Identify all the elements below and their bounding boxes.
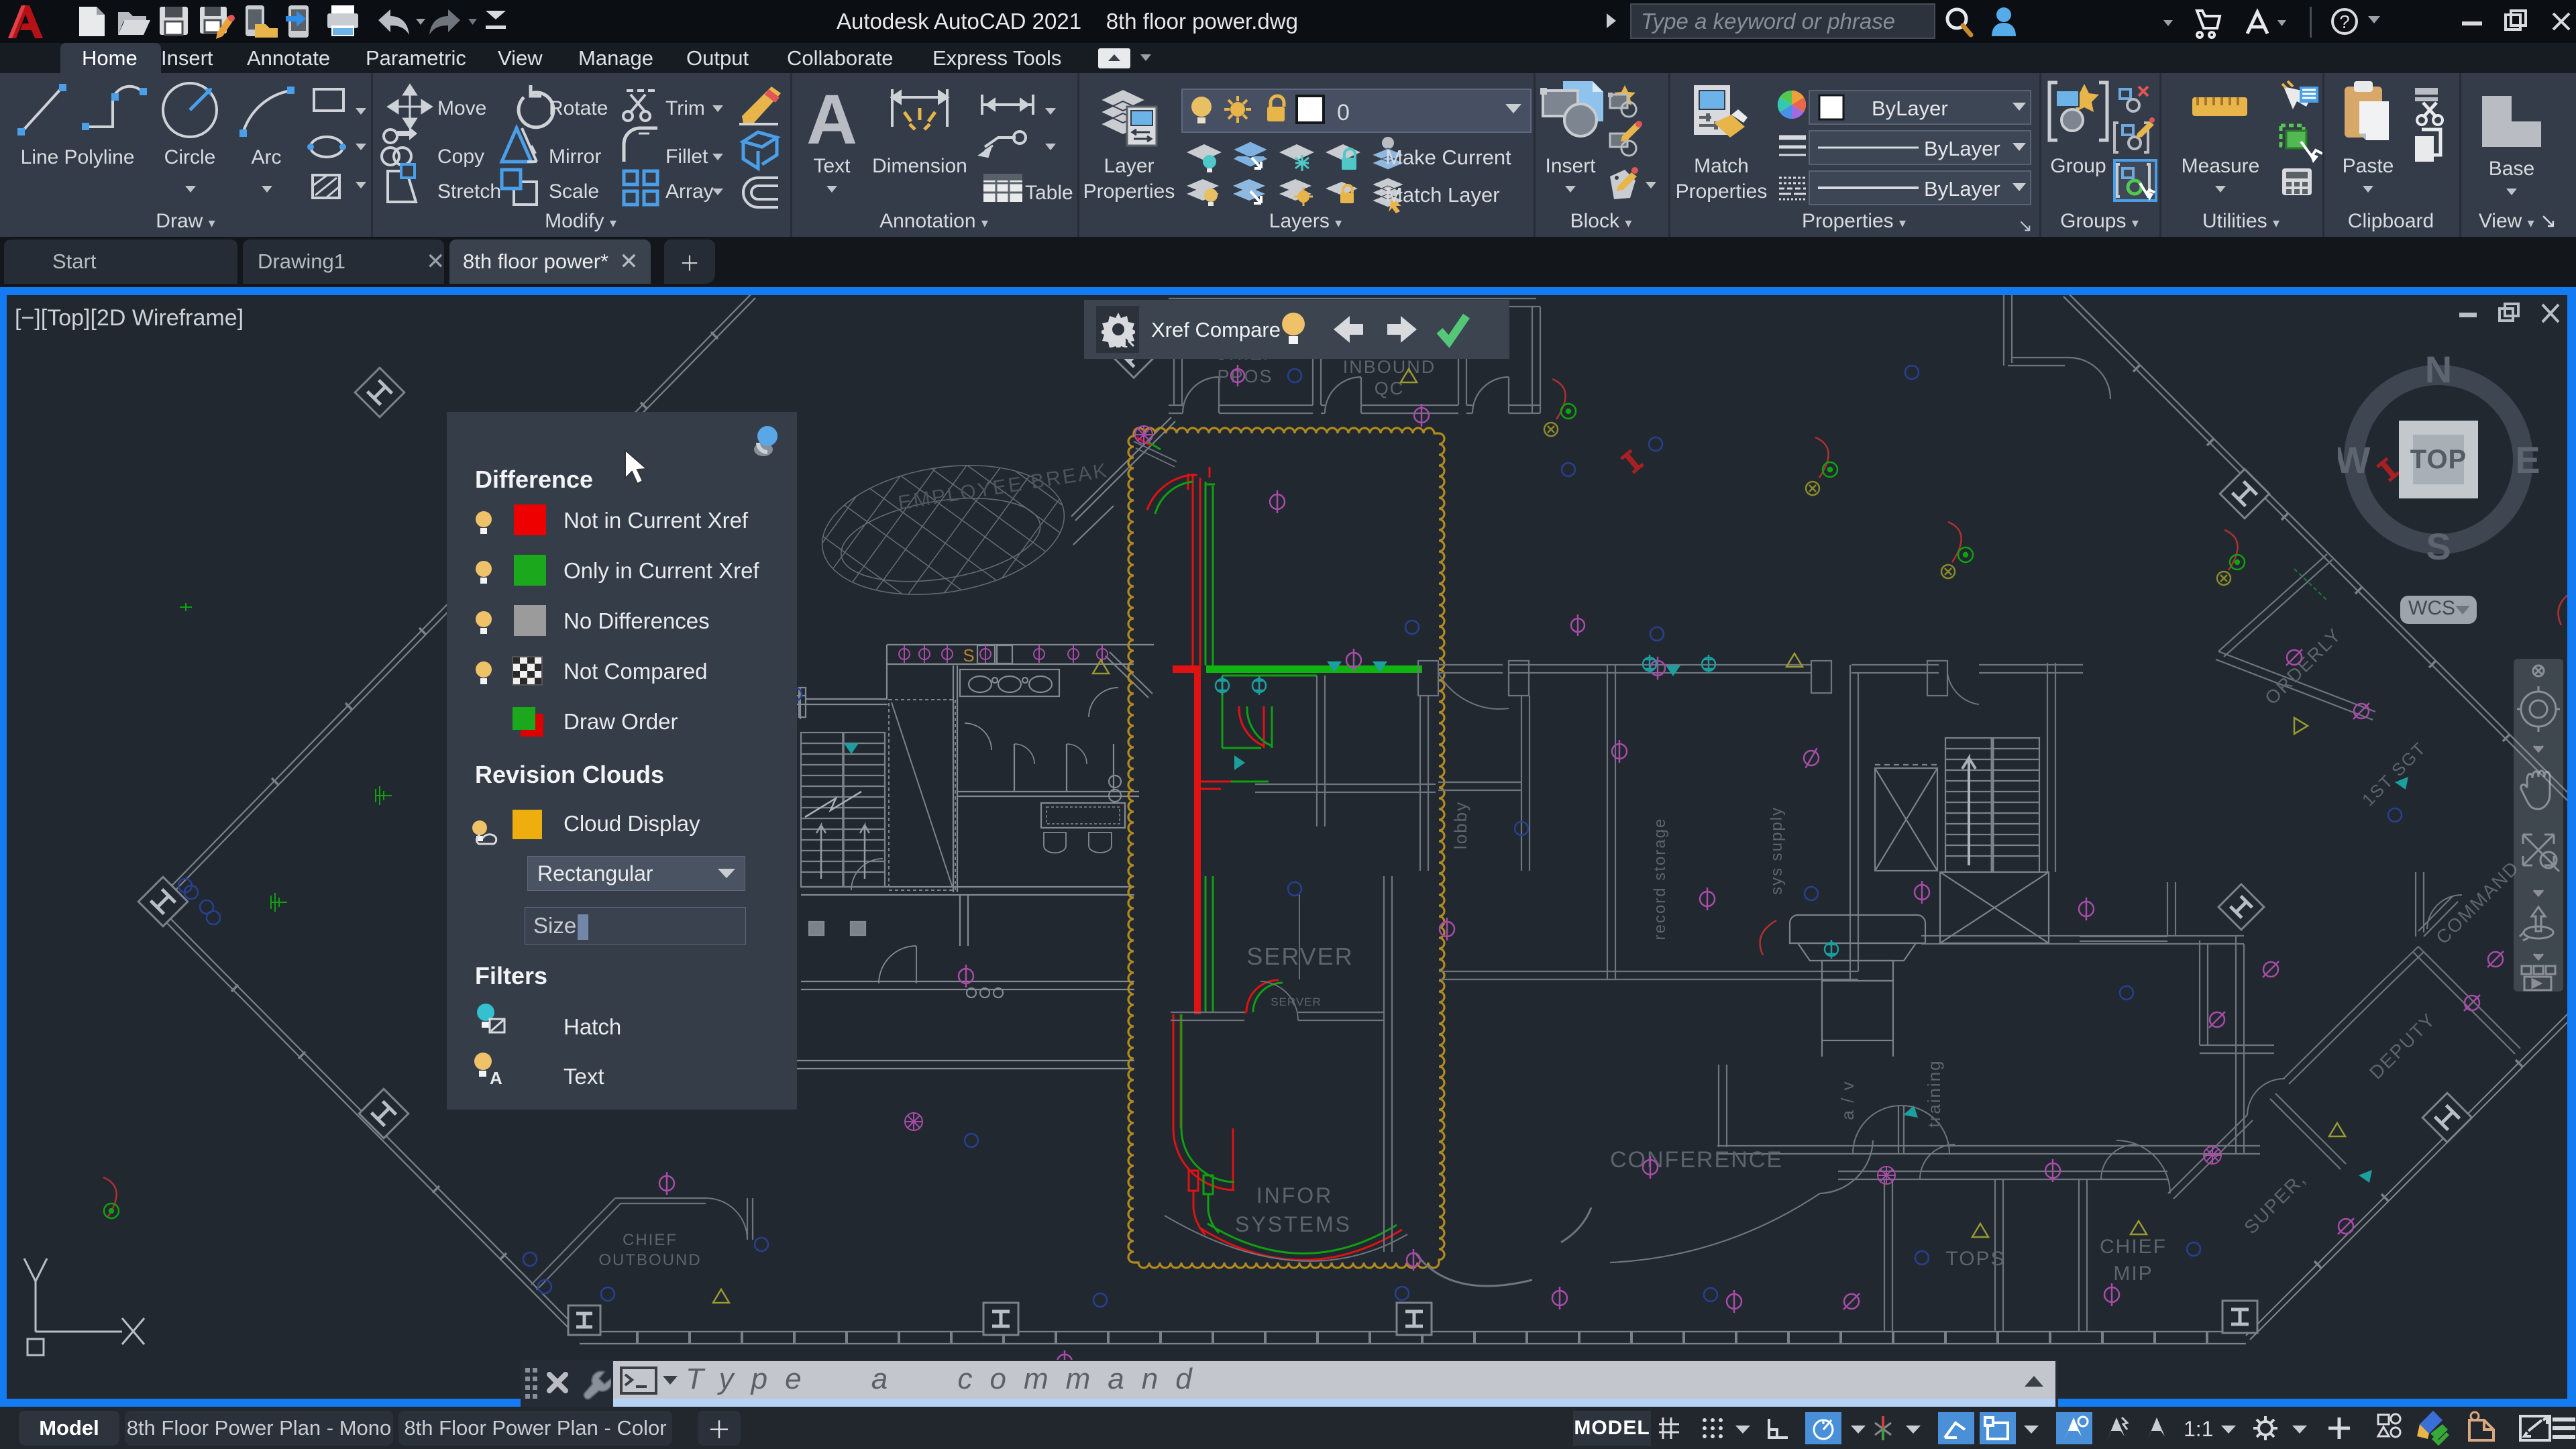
svg-text:1:1: 1:1	[2184, 1417, 2213, 1441]
svg-text:CHIEF: CHIEF	[623, 1231, 678, 1249]
svg-text:Circle: Circle	[164, 146, 216, 168]
svg-text:EMPLOYEE BREAK: EMPLOYEE BREAK	[896, 460, 1110, 515]
svg-text:0: 0	[1337, 100, 1350, 125]
svg-text:Array: Array	[665, 180, 714, 203]
svg-text:CONFERENCE: CONFERENCE	[1610, 1147, 1783, 1173]
svg-text:SUPER,: SUPER,	[2240, 1168, 2310, 1238]
svg-text:Match Layer: Match Layer	[1385, 183, 1500, 207]
svg-text:Layer: Layer	[1104, 155, 1154, 177]
svg-text:Group: Group	[2050, 155, 2106, 177]
svg-text:?: ?	[2339, 11, 2350, 32]
svg-text:ByLayer: ByLayer	[1872, 97, 1948, 120]
svg-text:E: E	[2515, 439, 2540, 481]
svg-text:sys supply: sys supply	[1768, 806, 1786, 895]
svg-text:S: S	[2426, 525, 2451, 568]
svg-text:Fillet: Fillet	[665, 146, 708, 168]
svg-text:Line: Line	[21, 146, 59, 168]
svg-text:OUTBOUND: OUTBOUND	[598, 1251, 701, 1269]
svg-text:A: A	[806, 80, 857, 159]
svg-text:Properties: Properties	[1676, 180, 1768, 203]
svg-text:lobby: lobby	[1450, 801, 1470, 849]
svg-text:Match: Match	[1694, 155, 1749, 177]
svg-text:A: A	[490, 1068, 502, 1088]
svg-text:Trim: Trim	[665, 97, 705, 119]
svg-text:QC: QC	[1375, 378, 1405, 398]
svg-text:Stretch: Stretch	[437, 180, 501, 203]
svg-text:Paste: Paste	[2343, 155, 2394, 177]
svg-text:Copy: Copy	[437, 146, 484, 168]
svg-text:Insert: Insert	[1545, 155, 1596, 177]
svg-text:TOPS: TOPS	[1945, 1248, 2005, 1270]
svg-text:S: S	[963, 645, 974, 665]
svg-text:W: W	[2338, 439, 2371, 481]
svg-text:Rotate: Rotate	[549, 97, 608, 119]
svg-text:Scale: Scale	[549, 180, 599, 203]
svg-text:SERVER: SERVER	[1246, 943, 1353, 970]
svg-text:Text: Text	[813, 155, 851, 177]
svg-text:Make Current: Make Current	[1385, 146, 1511, 169]
svg-text:DEPUTY: DEPUTY	[2365, 1009, 2440, 1083]
svg-text:Properties: Properties	[1083, 180, 1175, 203]
svg-text:Base: Base	[2489, 158, 2534, 180]
svg-text:INBOUND: INBOUND	[1343, 357, 1436, 377]
svg-text:Mirror: Mirror	[549, 146, 601, 168]
svg-text:Measure: Measure	[2182, 155, 2260, 177]
svg-text:Move: Move	[437, 97, 486, 119]
svg-text:a / v: a / v	[1837, 1080, 1858, 1120]
svg-text:INFOR: INFOR	[1256, 1183, 1334, 1208]
svg-text:ByLayer: ByLayer	[1924, 137, 2000, 160]
svg-text:SYSTEMS: SYSTEMS	[1235, 1212, 1352, 1236]
svg-text:N: N	[2425, 350, 2452, 390]
svg-text:SERVER: SERVER	[1271, 996, 1322, 1008]
svg-text:1ST SGT: 1ST SGT	[2358, 738, 2430, 810]
svg-text:MIP: MIP	[2113, 1263, 2153, 1285]
svg-text:Arc: Arc	[252, 146, 282, 168]
svg-text:record storage: record storage	[1651, 818, 1669, 941]
svg-text:Polyline: Polyline	[64, 146, 134, 168]
svg-text:Dimension: Dimension	[872, 155, 967, 177]
svg-text:Table: Table	[1025, 182, 1073, 204]
svg-text:ByLayer: ByLayer	[1924, 177, 2000, 201]
svg-text:training: training	[1924, 1059, 1944, 1127]
svg-text:CHIEF: CHIEF	[2100, 1236, 2167, 1258]
svg-text:TOP: TOP	[2410, 445, 2467, 474]
